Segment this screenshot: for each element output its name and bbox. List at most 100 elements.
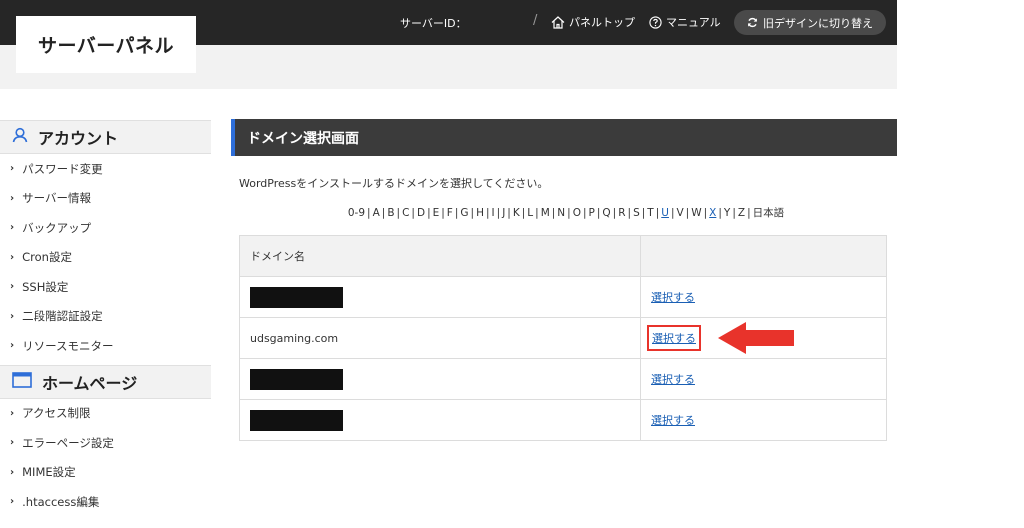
- alphabet-filter: 0-9 | A | B | C | D | E | F | G | H | I | J | K | L | M | N | O | P | Q | R |…: [231, 205, 897, 220]
- sidebar-section-title: アカウント: [38, 129, 119, 148]
- alphabet-separator: |: [367, 207, 371, 219]
- alphabet-filter-letter[interactable]: 0-9: [348, 207, 365, 219]
- person-icon: [12, 127, 28, 147]
- alphabet-filter-letter[interactable]: E: [433, 207, 440, 219]
- sidebar-section-account: アカウント: [0, 120, 211, 154]
- alphabet-filter-letter[interactable]: Y: [724, 207, 730, 219]
- sidebar-section-title: ホームページ: [42, 373, 138, 393]
- alphabet-separator: |: [567, 207, 571, 219]
- alphabet-filter-letter[interactable]: F: [447, 207, 453, 219]
- alphabet-separator: |: [582, 207, 587, 219]
- alphabet-filter-letter[interactable]: U: [661, 207, 669, 219]
- action-cell: 選択する: [640, 276, 887, 318]
- alphabet-filter-letter[interactable]: R: [618, 207, 625, 219]
- alphabet-filter-letter[interactable]: C: [402, 207, 409, 219]
- select-domain-link[interactable]: 選択する: [651, 412, 695, 428]
- sidebar-item-label: 二段階認証設定: [22, 309, 103, 324]
- chevron-right-icon: ›: [10, 496, 15, 508]
- alphabet-separator: |: [703, 207, 708, 219]
- sidebar-item-label: .htaccess編集: [22, 494, 100, 509]
- chevron-right-icon: ›: [10, 340, 15, 352]
- alphabet-filter-letter[interactable]: X: [709, 207, 716, 219]
- chevron-right-icon: ›: [10, 437, 15, 449]
- logo[interactable]: サーバーパネル: [16, 16, 196, 73]
- sidebar-item-mime[interactable]: › MIME設定: [0, 458, 211, 488]
- select-domain-link-highlighted[interactable]: 選択する: [647, 325, 701, 351]
- alphabet-filter-letter[interactable]: 日本語: [753, 207, 785, 219]
- action-cell: 選択する: [640, 358, 887, 400]
- sidebar: アカウント › パスワード変更 › サーバー情報 › バックアップ › Cron設定 ›…: [0, 120, 211, 517]
- table-row: 選択する: [239, 276, 887, 318]
- panel-top-link[interactable]: パネルトップ: [551, 14, 635, 30]
- sidebar-section-homepage: ホームページ: [0, 364, 211, 399]
- sidebar-item-resource-monitor[interactable]: › リソースモニター: [0, 331, 211, 361]
- alphabet-separator: |: [596, 207, 601, 219]
- chevron-right-icon: ›: [10, 251, 15, 263]
- domain-cell: [239, 358, 641, 400]
- sidebar-item-error-page[interactable]: › エラーページ設定: [0, 428, 211, 458]
- alphabet-separator: |: [381, 207, 386, 219]
- sidebar-item-htaccess[interactable]: › .htaccess編集: [0, 487, 211, 517]
- alphabet-filter-letter[interactable]: T: [647, 207, 653, 219]
- alphabet-filter-letter[interactable]: G: [460, 207, 468, 219]
- alphabet-filter-letter[interactable]: I: [492, 207, 495, 219]
- alphabet-separator: |: [496, 207, 501, 219]
- chevron-right-icon: ›: [10, 192, 15, 204]
- page-title: ドメイン選択画面: [247, 130, 359, 147]
- sidebar-item-label: サーバー情報: [22, 191, 92, 206]
- sidebar-item-label: SSH設定: [22, 279, 69, 294]
- alphabet-filter-letter[interactable]: O: [573, 207, 581, 219]
- main-content: ドメイン選択画面 WordPressをインストールするドメインを選択してください…: [231, 119, 897, 441]
- help-circle-icon: [649, 15, 662, 29]
- instruction-text: WordPressをインストールするドメインを選択してください。: [239, 177, 549, 190]
- alphabet-separator: |: [396, 207, 401, 219]
- table-header-row: ドメイン名: [239, 235, 887, 277]
- alphabet-filter-letter[interactable]: J: [502, 207, 505, 219]
- header-separator: /: [533, 13, 538, 28]
- alphabet-filter-letter[interactable]: M: [541, 207, 550, 219]
- alphabet-filter-letter[interactable]: Z: [738, 207, 745, 219]
- manual-link[interactable]: マニュアル: [649, 14, 721, 30]
- sidebar-item-server-info[interactable]: › サーバー情報: [0, 184, 211, 214]
- table-row: 選択する: [239, 358, 887, 400]
- alphabet-filter-letter[interactable]: N: [557, 207, 565, 219]
- alphabet-separator: |: [612, 207, 617, 219]
- domain-cell: [239, 399, 641, 441]
- sidebar-item-label: エラーページ設定: [22, 435, 114, 450]
- chevron-right-icon: ›: [10, 222, 15, 234]
- refresh-icon: [747, 17, 758, 28]
- alphabet-separator: |: [507, 207, 511, 219]
- sidebar-item-access-restriction[interactable]: › アクセス制限: [0, 399, 211, 429]
- alphabet-filter-letter[interactable]: W: [691, 207, 701, 219]
- alphabet-filter-letter[interactable]: D: [417, 207, 425, 219]
- sidebar-item-ssh[interactable]: › SSH設定: [0, 272, 211, 302]
- sidebar-item-two-factor[interactable]: › 二段階認証設定: [0, 302, 211, 332]
- chevron-right-icon: ›: [10, 310, 15, 322]
- panel-top-label: パネルトップ: [569, 16, 635, 29]
- alphabet-filter-letter[interactable]: P: [589, 207, 595, 219]
- alphabet-filter-letter[interactable]: K: [513, 207, 520, 219]
- old-design-switch-button[interactable]: 旧デザインに切り替え: [734, 10, 886, 35]
- sidebar-item-cron[interactable]: › Cron設定: [0, 243, 211, 273]
- server-id-label: サーバーID：: [400, 17, 467, 30]
- alphabet-separator: |: [411, 207, 415, 219]
- alphabet-separator: |: [535, 207, 539, 219]
- alphabet-filter-letter[interactable]: Q: [602, 207, 610, 219]
- page-title-bar: ドメイン選択画面: [231, 119, 897, 156]
- alphabet-filter-letter[interactable]: L: [527, 207, 533, 219]
- alphabet-filter-letter[interactable]: V: [676, 207, 683, 219]
- alphabet-filter-letter[interactable]: B: [387, 207, 394, 219]
- alphabet-filter-letter[interactable]: H: [476, 207, 484, 219]
- action-cell: 選択する: [640, 399, 887, 441]
- red-arrow-icon: [716, 320, 796, 360]
- sidebar-item-password[interactable]: › パスワード変更: [0, 154, 211, 184]
- sidebar-item-label: リソースモニター: [22, 338, 114, 353]
- alphabet-filter-letter[interactable]: A: [373, 207, 380, 219]
- select-domain-link[interactable]: 選択する: [651, 289, 695, 305]
- alphabet-filter-letter[interactable]: S: [633, 207, 640, 219]
- alphabet-separator: |: [655, 207, 660, 219]
- sidebar-item-backup[interactable]: › バックアップ: [0, 213, 211, 243]
- select-domain-link[interactable]: 選択する: [651, 371, 695, 387]
- manual-label: マニュアル: [666, 16, 721, 29]
- alphabet-separator: |: [670, 207, 675, 219]
